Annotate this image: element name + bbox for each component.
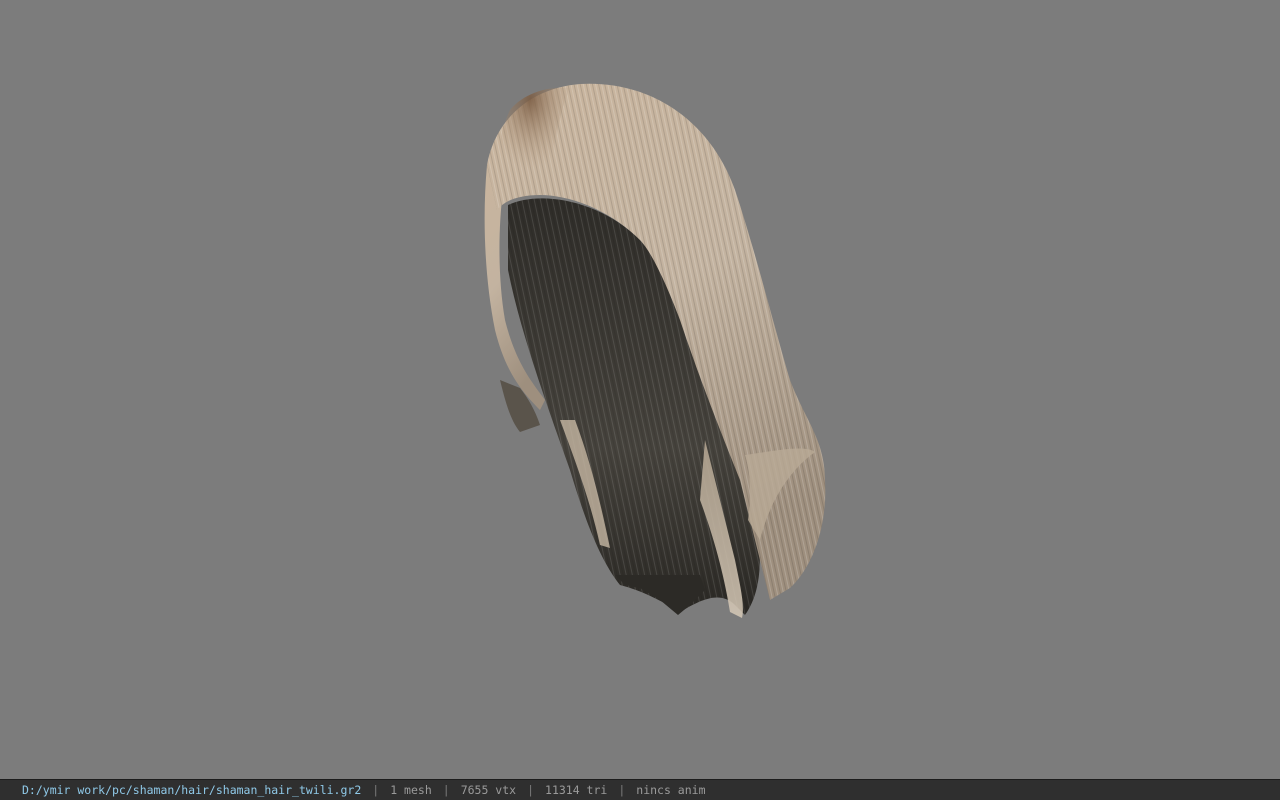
triangle-count: 11314 tri: [545, 783, 608, 797]
animation-status: nincs anim: [636, 783, 706, 797]
mesh-count: 1 mesh: [390, 783, 432, 797]
hair-model-render: [484, 83, 826, 618]
3d-viewport[interactable]: [0, 0, 1280, 779]
separator: |: [618, 783, 626, 797]
separator: |: [527, 783, 535, 797]
separator: |: [372, 783, 380, 797]
separator: |: [442, 783, 450, 797]
status-bar: D:/ymir work/pc/shaman/hair/shaman_hair_…: [0, 779, 1280, 800]
vertex-count: 7655 vtx: [460, 783, 517, 797]
file-path: D:/ymir work/pc/shaman/hair/shaman_hair_…: [22, 783, 362, 797]
